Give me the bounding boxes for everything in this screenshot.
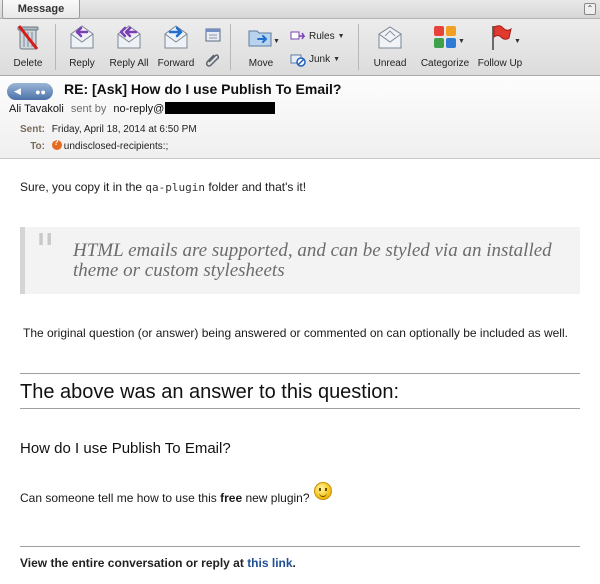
delete-label: Delete	[13, 58, 43, 69]
sent-by-label: sent by	[70, 103, 107, 115]
divider	[20, 546, 580, 547]
sent-row: Sent: Friday, April 18, 2014 at 6:50 PM	[0, 124, 197, 135]
rules-button[interactable]: Rules ▼	[290, 27, 345, 45]
attachment-icon[interactable]	[204, 50, 222, 73]
follow-up-button[interactable]: Follow Up	[476, 22, 524, 74]
unread-envelope-icon	[378, 26, 402, 49]
ribbon-divider	[55, 24, 56, 70]
ribbon-collapse-icon[interactable]: ⌃	[584, 3, 596, 15]
rules-icon	[290, 31, 306, 40]
trash-icon	[17, 25, 39, 50]
redacted-block	[165, 102, 276, 114]
plugin-folder-code: qa-plugin	[145, 181, 206, 194]
ribbon-divider	[358, 24, 359, 70]
unknown-contact-icon	[51, 138, 62, 150]
reply-all-button[interactable]: Reply All	[106, 22, 152, 74]
to-label: To:	[30, 141, 45, 152]
reply-all-icon	[117, 25, 141, 49]
reply-label: Reply	[69, 58, 95, 69]
conversation-link[interactable]: this link	[247, 556, 292, 570]
ribbon-toolbar: Message ⌃ Delete Reply Reply All Forward…	[0, 0, 600, 76]
message-header: ◀ ●● RE: [Ask] How do I use Publish To E…	[0, 77, 600, 159]
categorize-button[interactable]: Categorize	[418, 22, 472, 74]
quote-text: HTML emails are supported, and can be st…	[73, 240, 552, 281]
sender-row: Ali Tavakoli sent by no-reply@	[9, 102, 276, 115]
footer-line: View the entire conversation or reply at…	[20, 556, 296, 570]
junk-icon	[290, 54, 306, 67]
junk-dropdown-icon: ▼	[333, 55, 341, 63]
next-arrow-icon[interactable]: ●●	[35, 87, 46, 97]
categorize-label: Categorize	[420, 58, 470, 69]
divider	[20, 373, 580, 374]
reply-line: Sure, you copy it in the qa-plugin folde…	[20, 180, 306, 194]
message-subject: RE: [Ask] How do I use Publish To Email?	[64, 81, 342, 97]
to-value[interactable]: undisclosed-recipients:;	[64, 141, 169, 152]
rules-dropdown-icon: ▼	[337, 32, 345, 40]
section-heading: The above was an answer to this question…	[20, 381, 400, 403]
move-folder-icon	[248, 30, 272, 47]
sent-label: Sent:	[20, 124, 45, 135]
rules-label: Rules	[309, 30, 335, 42]
junk-label: Junk	[309, 53, 331, 65]
info-paragraph: The original question (or answer) being …	[23, 326, 568, 340]
footer-text-start: View the entire conversation or reply at	[20, 556, 248, 570]
question-title: How do I use Publish To Email?	[20, 440, 231, 457]
sender-email[interactable]: no-reply@	[113, 103, 164, 115]
footer-text-end: .	[292, 556, 296, 570]
move-dropdown-icon[interactable]: ▼	[273, 38, 280, 45]
forward-label: Forward	[157, 58, 195, 69]
conversation-nav[interactable]: ◀ ●●	[7, 83, 53, 100]
sent-value: Friday, April 18, 2014 at 6:50 PM	[51, 124, 197, 135]
categorize-icon	[434, 26, 456, 48]
meeting-reply-icon[interactable]	[204, 26, 222, 49]
junk-button[interactable]: Junk ▼	[290, 50, 340, 68]
quote-mark-icon: "	[35, 225, 56, 276]
unread-label: Unread	[373, 58, 407, 69]
previous-arrow-icon[interactable]: ◀	[14, 86, 21, 97]
blockquote: " HTML emails are supported, and can be …	[20, 227, 580, 294]
categorize-dropdown-icon[interactable]: ▼	[458, 38, 465, 45]
forward-button[interactable]: Forward	[156, 22, 196, 74]
smiley-icon	[313, 482, 332, 500]
forward-icon	[164, 25, 188, 49]
flag-icon	[492, 25, 512, 50]
follow-up-dropdown-icon[interactable]: ▼	[514, 38, 521, 45]
delete-button[interactable]: Delete	[8, 22, 48, 74]
tab-message[interactable]: Message	[2, 0, 80, 19]
reply-all-label: Reply All	[109, 58, 149, 69]
ribbon-divider	[230, 24, 231, 70]
question-bold: free	[220, 491, 243, 505]
reply-icon	[70, 25, 94, 49]
reply-text-end: folder and that's it!	[205, 180, 307, 194]
sender-name[interactable]: Ali Tavakoli	[9, 103, 64, 115]
question-text: Can someone tell me how to use this free…	[20, 482, 332, 505]
question-text-start: Can someone tell me how to use this	[20, 491, 221, 505]
to-row: To: undisclosed-recipients:;	[0, 138, 169, 152]
divider	[20, 408, 580, 409]
question-text-end: new plugin?	[242, 491, 310, 505]
unread-button[interactable]: Unread	[370, 22, 410, 74]
ribbon-tab-strip: Message ⌃	[0, 0, 600, 19]
reply-text-start: Sure, you copy it in the	[20, 180, 146, 194]
move-label: Move	[248, 58, 274, 69]
follow-up-label: Follow Up	[477, 58, 523, 69]
reply-button[interactable]: Reply	[64, 22, 100, 74]
move-button[interactable]: Move	[240, 22, 282, 74]
